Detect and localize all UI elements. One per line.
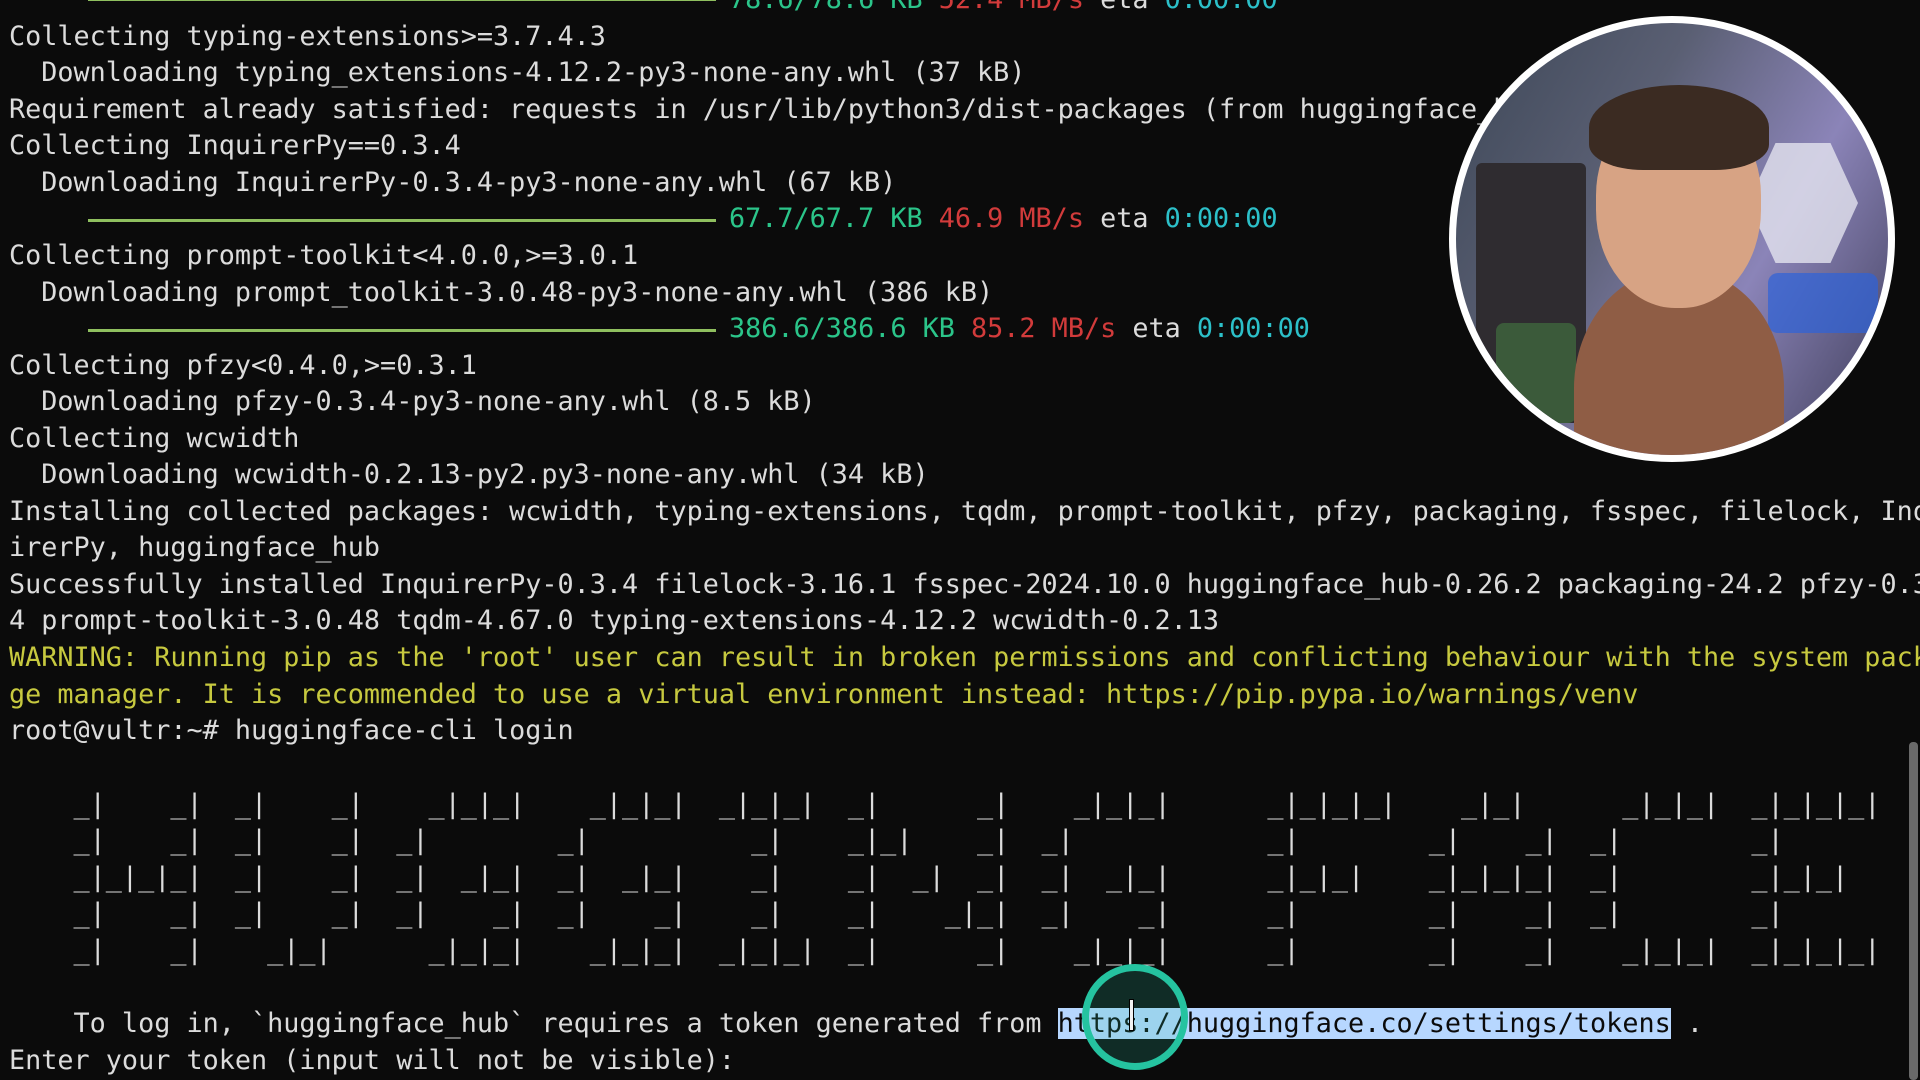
eta-label: eta bbox=[1132, 313, 1181, 344]
terminal-line: Installing collected packages: wcwidth, … bbox=[9, 496, 1920, 527]
text-cursor-icon bbox=[1130, 1000, 1133, 1030]
terminal-line: Collecting prompt-toolkit<4.0.0,>=3.0.1 bbox=[9, 240, 639, 271]
background-neon-light bbox=[1768, 273, 1878, 333]
ascii-art-line: _| _| _| _| _| _| _| _|_| _| _| _| _| _|… bbox=[9, 825, 1784, 856]
progress-line: 67.7/67.7 KB 46.9 MB/s eta 0:00:00 bbox=[729, 201, 1278, 237]
presenter-webcam bbox=[1449, 16, 1895, 462]
ascii-art-line: _|_|_|_| _| _| _| _|_| _| _|_| _| _| _| … bbox=[9, 862, 1849, 893]
terminal-line: Downloading pfzy-0.3.4-py3-none-any.whl … bbox=[9, 386, 816, 417]
progress-line: 78.6/78.6 KB 52.4 MB/s eta 0:00:00 bbox=[729, 0, 1278, 18]
progress-bar bbox=[88, 219, 716, 222]
warning-line: WARNING: Running pip as the 'root' user … bbox=[9, 642, 1920, 673]
terminal-line: Collecting pfzy<0.4.0,>=0.3.1 bbox=[9, 350, 477, 381]
login-text: To log in, `huggingface_hub` requires a … bbox=[9, 1008, 1058, 1039]
download-speed: 46.9 MB/s bbox=[938, 203, 1084, 234]
login-instructions: To log in, `huggingface_hub` requires a … bbox=[9, 1006, 1703, 1042]
progress-amount: 386.6/386.6 KB bbox=[729, 313, 955, 344]
terminal-line: Downloading prompt_toolkit-3.0.48-py3-no… bbox=[9, 277, 994, 308]
terminal-line: Collecting wcwidth bbox=[9, 423, 300, 454]
presenter-hair bbox=[1589, 85, 1769, 170]
token-input-prompt[interactable]: Enter your token (input will not be visi… bbox=[9, 1043, 735, 1079]
cursor-highlight-ring bbox=[1082, 964, 1188, 1070]
progress-line: 386.6/386.6 KB 85.2 MB/s eta 0:00:00 bbox=[729, 311, 1310, 347]
terminal-line: Downloading typing_extensions-4.12.2-py3… bbox=[9, 57, 1026, 88]
terminal-line: Collecting typing-extensions>=3.7.4.3 bbox=[9, 21, 606, 52]
eta-label: eta bbox=[1100, 203, 1149, 234]
eta-time: 0:00:00 bbox=[1165, 0, 1278, 15]
terminal-scrollbar[interactable] bbox=[1909, 742, 1918, 1080]
eta-label: eta bbox=[1100, 0, 1148, 15]
ascii-art-line: _| _| _|_| _|_|_| _|_|_| _|_|_| _| _| _|… bbox=[9, 935, 1881, 966]
background-hex-light bbox=[1748, 143, 1858, 263]
terminal-line: 4 prompt-toolkit-3.0.48 tqdm-4.67.0 typi… bbox=[9, 605, 1219, 636]
background-plant bbox=[1496, 323, 1576, 423]
ascii-art-line: _| _| _| _| _| _| _| _| _| _| _|_| _| _|… bbox=[9, 898, 1784, 929]
progress-bar bbox=[88, 329, 716, 332]
eta-time: 0:00:00 bbox=[1196, 313, 1310, 344]
terminal-line: Collecting InquirerPy==0.3.4 bbox=[9, 130, 461, 161]
progress-amount: 78.6/78.6 KB bbox=[729, 0, 923, 15]
terminal-line: Requirement already satisfied: requests … bbox=[9, 94, 1542, 125]
progress-bar bbox=[88, 0, 716, 1]
warning-line: ge manager. It is recommended to use a v… bbox=[9, 679, 1639, 710]
terminal-line: Downloading InquirerPy-0.3.4-py3-none-an… bbox=[9, 167, 897, 198]
progress-amount: 67.7/67.7 KB bbox=[729, 203, 923, 234]
eta-time: 0:00:00 bbox=[1164, 203, 1278, 234]
login-suffix: . bbox=[1670, 1008, 1703, 1039]
command-prompt-line: root@vultr:~# huggingface-cli login bbox=[9, 715, 574, 746]
terminal-line: Downloading wcwidth-0.2.13-py2.py3-none-… bbox=[9, 459, 929, 490]
ascii-art-line: _| _| _| _| _|_|_| _|_|_| _|_|_| _| _| _… bbox=[9, 789, 1881, 820]
download-speed: 52.4 MB/s bbox=[939, 0, 1084, 15]
terminal-line: Successfully installed InquirerPy-0.3.4 … bbox=[9, 569, 1920, 600]
terminal-line: irerPy, huggingface_hub bbox=[9, 532, 381, 563]
download-speed: 85.2 MB/s bbox=[971, 313, 1117, 344]
